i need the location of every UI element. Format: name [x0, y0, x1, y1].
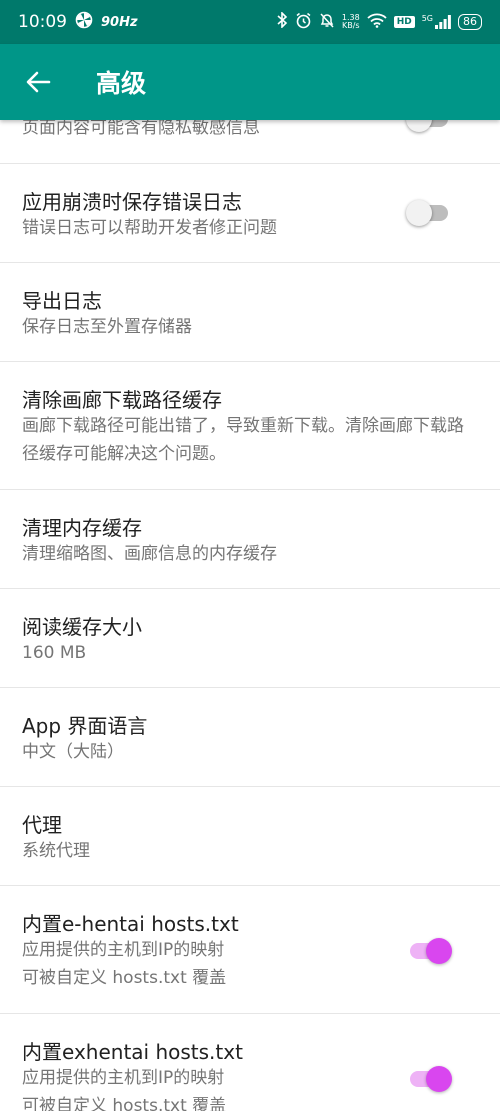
hd-badge: HD	[393, 16, 415, 28]
toggle-switch[interactable]	[406, 938, 452, 964]
settings-item-save-crash-log[interactable]: 应用崩溃时保存错误日志 错误日志可以帮助开发者修正问题	[0, 164, 500, 263]
settings-item-title: 清除画廊下载路径缓存	[22, 388, 222, 412]
mute-bell-icon	[319, 12, 335, 33]
settings-item-subtitle-line2: 可被自定义 hosts.txt 覆盖	[22, 968, 227, 988]
settings-item-read-cache-size[interactable]: 阅读缓存大小 160 MB	[0, 589, 500, 688]
toggle-switch[interactable]	[406, 200, 452, 226]
network-type: 5G	[421, 14, 433, 23]
signal-icon	[435, 15, 451, 29]
settings-item-title: App 界面语言	[22, 714, 148, 738]
settings-item-clear-download-path-cache[interactable]: 清除画廊下载路径缓存 画廊下载路径可能出错了，导致重新下载。清除画廊下载路径缓存…	[0, 362, 500, 490]
settings-item-app-language[interactable]: App 界面语言 中文（大陆）	[0, 688, 500, 787]
settings-item-title: 内置exhentai hosts.txt	[22, 1040, 243, 1064]
settings-item-builtin-exhentai-hosts[interactable]: 内置exhentai hosts.txt 应用提供的主机到IP的映射 可被自定义…	[0, 1014, 500, 1111]
settings-item-clear-memory-cache[interactable]: 清理内存缓存 清理缩略图、画廊信息的内存缓存	[0, 490, 500, 589]
settings-item-subtitle: 160 MB	[22, 643, 87, 663]
settings-item-title: 阅读缓存大小	[22, 615, 142, 639]
battery-indicator: 86	[458, 14, 482, 30]
refresh-rate: 90Hz	[101, 14, 138, 30]
settings-item-title: 应用崩溃时保存错误日志	[22, 190, 242, 214]
settings-item-title: 内置e-hentai hosts.txt	[22, 912, 239, 936]
settings-item-title: 代理	[22, 813, 62, 837]
cell-signal: 5G	[422, 15, 451, 29]
page-title: 高级	[96, 69, 147, 98]
settings-item-subtitle: 中文（大陆）	[22, 742, 124, 762]
settings-item-subtitle: 画廊下载路径可能出错了，导致重新下载。清除画廊下载路径缓存可能解决这个问题。	[22, 416, 464, 464]
settings-item-export-logs[interactable]: 导出日志 保存日志至外置存储器	[0, 263, 500, 362]
pinwheel-icon	[75, 11, 93, 34]
toggle-switch[interactable]	[406, 120, 452, 132]
status-time: 10:09	[18, 12, 67, 32]
alarm-icon	[295, 12, 312, 33]
settings-item-builtin-ehentai-hosts[interactable]: 内置e-hentai hosts.txt 应用提供的主机到IP的映射 可被自定义…	[0, 886, 500, 1014]
settings-item-subtitle: 清理缩略图、画廊信息的内存缓存	[22, 544, 277, 564]
net-speed: 1.38 KB/s	[342, 14, 360, 30]
settings-item-subtitle: 保存日志至外置存储器	[22, 317, 192, 337]
settings-list: 页面内容可能含有隐私敏感信息 应用崩溃时保存错误日志 错误日志可以帮助开发者修正…	[0, 120, 500, 1111]
settings-item-title: 清理内存缓存	[22, 516, 142, 540]
wifi-icon	[367, 13, 387, 32]
settings-item-title: 导出日志	[22, 289, 102, 313]
status-bar: 10:09 90Hz 1.38 KB/s HD 5G 86	[0, 0, 500, 44]
arrow-left-icon	[26, 71, 51, 93]
settings-item-subtitle: 系统代理	[22, 841, 90, 861]
settings-item-subtitle-line2: 可被自定义 hosts.txt 覆盖	[22, 1096, 227, 1111]
bluetooth-icon	[276, 11, 288, 32]
back-button[interactable]	[0, 44, 76, 120]
net-speed-unit: KB/s	[341, 21, 360, 30]
toggle-switch[interactable]	[406, 1066, 452, 1092]
settings-item-privacy-sensitive[interactable]: 页面内容可能含有隐私敏感信息	[0, 120, 500, 164]
settings-item-proxy[interactable]: 代理 系统代理	[0, 787, 500, 886]
app-bar: 高级	[0, 44, 500, 120]
